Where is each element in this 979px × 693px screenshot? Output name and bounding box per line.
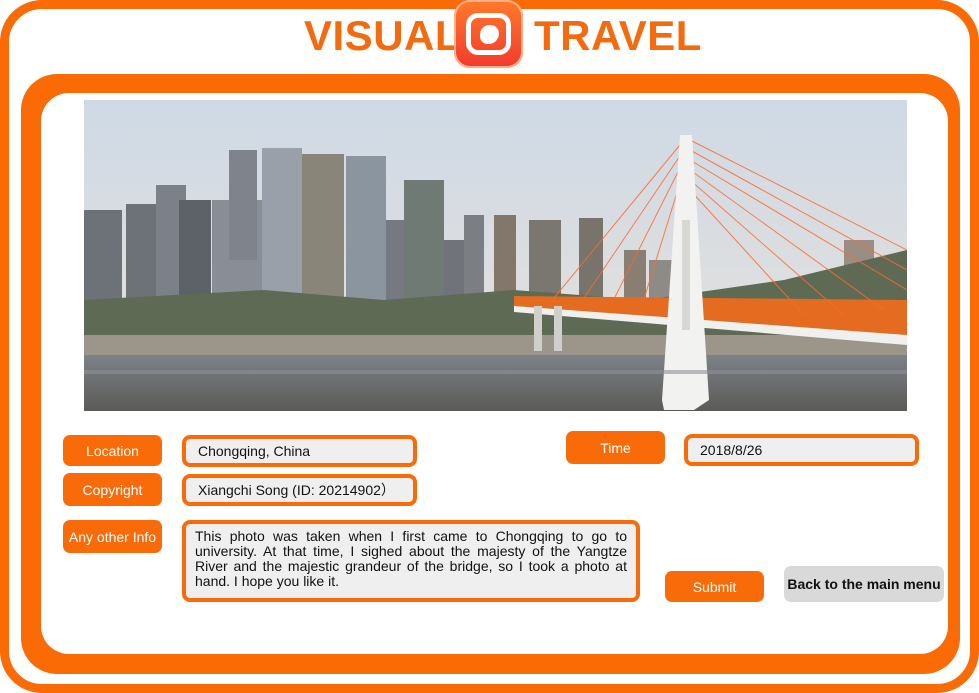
submit-button[interactable]: Submit <box>665 571 764 602</box>
chongqing-bridge-photo-icon <box>84 100 907 411</box>
app-title-visual: VISUAL <box>304 12 462 59</box>
camera-app-logo-icon <box>454 0 523 68</box>
copyright-label: Copyright <box>63 473 162 506</box>
location-field[interactable]: Chongqing, China <box>182 435 417 467</box>
travel-photo <box>84 100 907 411</box>
copyright-field[interactable]: Xiangchi Song (ID: 20214902） <box>182 474 417 506</box>
time-field[interactable]: 2018/8/26 <box>684 434 919 466</box>
back-to-main-menu-button[interactable]: Back to the main menu <box>784 566 944 602</box>
app-title-travel: TRAVEL <box>534 12 702 59</box>
header: VISUAL TRAVEL <box>0 0 979 70</box>
time-label: Time <box>566 431 665 464</box>
location-label: Location <box>63 435 162 466</box>
other-info-field[interactable]: This photo was taken when I first came t… <box>182 520 640 602</box>
other-info-label: Any other Info <box>63 520 162 553</box>
